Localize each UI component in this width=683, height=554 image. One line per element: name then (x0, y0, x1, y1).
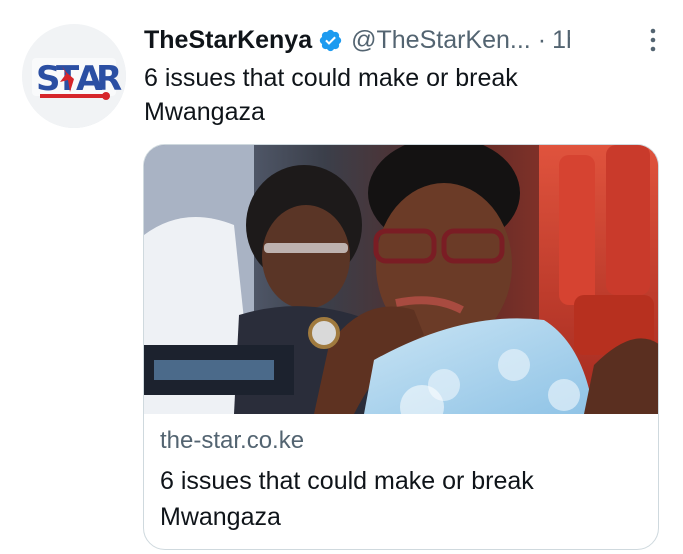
link-card[interactable]: the-star.co.ke 6 issues that could make … (143, 144, 659, 550)
card-image[interactable] (144, 145, 658, 414)
card-title: 6 issues that could make or break Mwanga… (160, 467, 534, 531)
tweet-header: TheStarKenya @TheStarKen... · 1h (144, 22, 663, 58)
card-domain: the-star.co.ke (160, 427, 305, 454)
article-photo (144, 145, 658, 414)
timestamp[interactable]: 1h (552, 26, 570, 55)
more-options-icon[interactable] (647, 26, 659, 54)
user-handle[interactable]: @TheStarKen... (351, 26, 531, 55)
display-name[interactable]: TheStarKenya (144, 26, 312, 55)
verified-badge-icon (319, 29, 342, 51)
svg-text:R: R (96, 59, 122, 99)
avatar[interactable]: S T A R (22, 24, 126, 128)
the-star-logo-icon: S T A R (22, 24, 126, 128)
separator-dot: · (537, 25, 547, 54)
tweet-text: 6 issues that could make or break Mwanga… (144, 64, 518, 126)
